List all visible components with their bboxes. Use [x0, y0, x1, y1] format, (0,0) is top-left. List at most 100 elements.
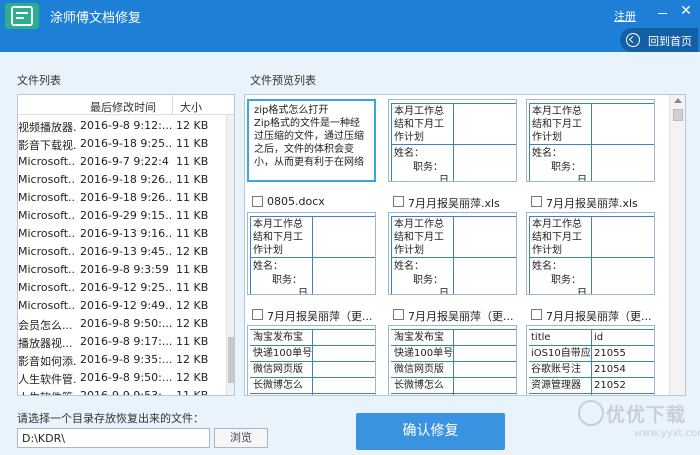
table-row[interactable]: Microsoft... 2016-9-8 9:3:59 11 KB	[18, 261, 226, 279]
cell-name: Microsoft...	[18, 281, 76, 294]
preview-thumbnail[interactable]: 本月工作总 结和下月工 作计划 姓名： 职务： 日	[526, 212, 655, 295]
grid-line	[250, 216, 251, 294]
cell-size: 11 KB	[176, 227, 209, 240]
preview-thumbnail[interactable]: 本月工作总 结和下月工 作计划 姓名： 职务： 日	[526, 99, 655, 182]
table-row[interactable]: Microsoft... 2016-9-18 9:26... 11 KB	[18, 189, 226, 207]
cell-date: 2016-9-9 9:53:...	[80, 389, 172, 396]
preview-thumbnail[interactable]: 本月工作总 结和下月工 作计划 姓名： 职务： 日	[388, 212, 517, 295]
output-path-input[interactable]	[17, 428, 210, 448]
cell-size: 11 KB	[176, 173, 209, 186]
cell-text: 姓名：	[532, 148, 562, 159]
column-header-size[interactable]: 大小	[180, 99, 202, 115]
preview-thumbnail[interactable]: 本月工作总 结和下月工 作计划 姓名： 职务： 日	[247, 212, 376, 295]
table-row[interactable]: 视频播放器... 2016-9-8 9:12:... 12 KB	[18, 117, 226, 135]
grid-line	[453, 103, 454, 181]
checkbox-icon[interactable]	[393, 196, 404, 207]
cell-text: 日	[577, 175, 587, 182]
table-row[interactable]: Microsoft... 2016-9-13 9:16... 11 KB	[18, 225, 226, 243]
table-row[interactable]: Microsoft... 2016-9-29 9:15... 11 KB	[18, 207, 226, 225]
preview-scrollbar[interactable]	[669, 95, 685, 395]
checkbox-icon[interactable]	[393, 309, 404, 320]
checkbox-icon[interactable]	[252, 309, 263, 320]
cell-name: Microsoft...	[18, 245, 76, 258]
preview-panel[interactable]: zip格式怎么打开 Zip格式的文件是一种经 过压缩的文件，通过压缩 之后，文件的体积…	[244, 94, 686, 396]
scroll-up-icon[interactable]	[674, 98, 682, 103]
table-row[interactable]: 人生软件管... 2016-9-8 9:50:... 12 KB	[18, 369, 226, 387]
grid-line	[391, 216, 392, 294]
cell-name: 影音下载视...	[18, 139, 76, 152]
cell-size: 12 KB	[176, 353, 209, 366]
preview-caption: 7月月报吴丽萍（更...	[267, 310, 373, 323]
cell-name: Microsoft...	[18, 173, 76, 186]
preview-thumbnail[interactable]: 淘宝发布宝快递100单号微信网页版长微博怎么如何将	[247, 325, 376, 396]
table-row[interactable]: 播放器视... 2016-9-8 9:17:... 11 KB	[18, 333, 226, 351]
spreadsheet-preview: 本月工作总 结和下月工 作计划 姓名： 职务： 日	[248, 213, 375, 294]
cell-text: 谷歌账号注	[531, 364, 581, 375]
table-row[interactable]: Microsoft... 2016-9-12 9:25... 11 KB	[18, 279, 226, 297]
table-row[interactable]: Microsoft... 2016-9-7 9:22:4 11 KB	[18, 153, 226, 171]
watermark-url: www.yyxt.com	[634, 428, 700, 439]
grid-line	[391, 377, 516, 378]
cell-text: 姓名：	[394, 261, 424, 272]
preview-thumbnail[interactable]: title id iOS10自带应 21055 谷歌账号注 21054 资源管理器 21052…	[526, 325, 655, 395]
cell-text: 结和下月工	[253, 232, 303, 243]
cell-size: 12 KB	[176, 317, 209, 330]
checkbox-icon[interactable]	[252, 196, 263, 207]
watermark-logo-icon	[578, 400, 604, 426]
file-list[interactable]: 最后修改时间 大小 视频播放器... 2016-9-8 9:12:... 12 KB…	[17, 94, 235, 396]
file-list-scrollbar[interactable]	[226, 115, 234, 395]
grid-line	[250, 361, 375, 362]
confirm-repair-button[interactable]: 确认修复	[356, 413, 505, 450]
checkbox-icon[interactable]	[531, 196, 542, 207]
preview-thumbnail[interactable]: 淘宝发布宝快递100单号微信网页版长微博怎么如何将	[388, 325, 517, 395]
table-row[interactable]: 人生软件管... 2016-9-9 9:53:... 11 KB	[18, 387, 226, 396]
grid-line	[391, 103, 392, 181]
file-list-heading: 文件列表	[17, 74, 61, 87]
cell-text: 结和下月工	[532, 119, 582, 130]
toolbar	[0, 30, 700, 52]
preview-caption: 7月月报吴丽萍（更...	[408, 310, 514, 323]
cell-name: 人生软件管...	[18, 389, 76, 395]
cell-date: 2016-9-12 9:25...	[80, 281, 172, 294]
scrollbar-thumb[interactable]	[228, 337, 234, 383]
preview-list-heading: 文件预览列表	[250, 74, 316, 87]
column-header-modified[interactable]: 最后修改时间	[90, 99, 156, 115]
preview-thumbnail[interactable]: 本月工作总 结和下月工 作计划 姓名： 职务： 日	[388, 99, 517, 182]
table-row[interactable]: 会员怎么... 2016-9-8 9:50:... 12 KB	[18, 315, 226, 333]
grid-line	[591, 216, 592, 294]
spreadsheet-preview: title id iOS10自带应 21055 谷歌账号注 21054 资源管理器 21052…	[527, 326, 654, 395]
cell-name: 人生软件管...	[18, 373, 76, 386]
cell-text: 作计划	[394, 245, 424, 256]
table-row[interactable]: Microsoft... 2016-9-12 9:49... 12 KB	[18, 297, 226, 315]
cell-name: 会员怎么...	[18, 319, 73, 332]
close-icon[interactable]: ✕	[678, 3, 694, 19]
grid-line	[529, 329, 654, 330]
grid-line	[250, 393, 375, 394]
spreadsheet-preview: 本月工作总 结和下月工 作计划 姓名： 职务： 日	[527, 100, 654, 181]
cell-size: 11 KB	[176, 155, 209, 168]
browse-button[interactable]: 浏览	[214, 428, 268, 448]
grid-line	[312, 329, 313, 395]
cell-name: 播放器视...	[18, 337, 73, 350]
cell-name: Microsoft...	[18, 263, 76, 276]
cell-date: 2016-9-8 9:50:...	[80, 371, 172, 384]
title-bar: 涂师傅文档修复 注册 ✕	[0, 0, 700, 30]
grid-line	[529, 103, 530, 181]
cell-text: 如何将	[253, 395, 283, 396]
home-button[interactable]: 回到首页	[620, 28, 698, 52]
cell-text: 职务：	[413, 162, 443, 173]
checkbox-icon[interactable]	[531, 309, 542, 320]
table-row[interactable]: Microsoft... 2016-9-13 9:45... 12 KB	[18, 243, 226, 261]
cell-text: 职务：	[272, 275, 302, 286]
spreadsheet-preview: 本月工作总 结和下月工 作计划 姓名： 职务： 日	[527, 213, 654, 294]
register-link[interactable]: 注册	[614, 8, 636, 24]
scrollbar-thumb[interactable]	[673, 109, 683, 121]
cell-text: 微信网页版	[394, 364, 444, 375]
output-dir-label: 请选择一个目录存放恢复出来的文件：	[17, 412, 204, 425]
table-row[interactable]: 影音下载视... 2016-9-18 9:25... 11 KB	[18, 135, 226, 153]
table-row[interactable]: Microsoft... 2016-9-18 9:26... 11 KB	[18, 171, 226, 189]
table-row[interactable]: 影音如何添... 2016-9-8 9:35:... 12 KB	[18, 351, 226, 369]
minimize-icon[interactable]	[655, 4, 671, 20]
cell-text: 结和下月工	[532, 232, 582, 243]
preview-thumbnail[interactable]: zip格式怎么打开 Zip格式的文件是一种经 过压缩的文件，通过压缩 之后，文件的体积…	[247, 99, 376, 182]
